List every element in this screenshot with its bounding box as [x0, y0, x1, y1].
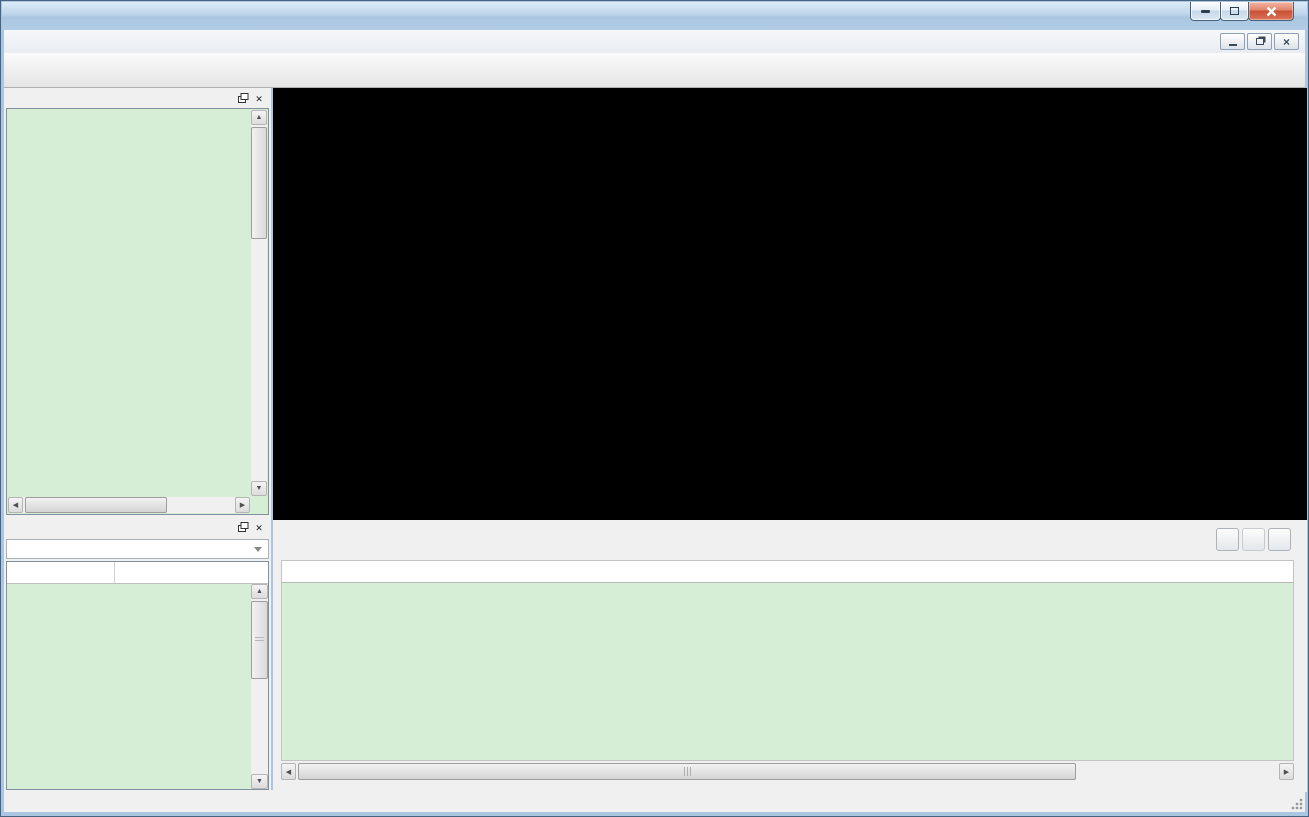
resize-grip[interactable]: [1290, 797, 1303, 810]
panel-close-button[interactable]: ✕: [251, 520, 267, 534]
job-settings-button[interactable]: [1216, 528, 1239, 551]
job-manager-panel: ◀ ▶: [273, 520, 1307, 792]
chevron-down-icon: [254, 547, 262, 552]
properties-panel-header: ✕: [4, 517, 271, 537]
window-maximize-button[interactable]: [1220, 2, 1249, 21]
tree-hscroll-thumb[interactable]: [25, 497, 167, 513]
mdi-close-icon: ×: [1283, 36, 1290, 48]
symmetry-system-select[interactable]: [6, 539, 269, 559]
panel-float-button[interactable]: [235, 520, 251, 534]
properties-col-header: [7, 562, 115, 583]
tree-vscrollbar[interactable]: ▲ ▼: [251, 110, 267, 496]
scroll-up-icon[interactable]: ▲: [251, 110, 267, 125]
job-refresh-button[interactable]: [1268, 528, 1291, 551]
value-col-header: [115, 562, 268, 583]
float-icon: [237, 521, 249, 533]
properties-table: ▲ ▼: [6, 561, 269, 790]
properties-vscrollbar[interactable]: ▲ ▼: [251, 584, 268, 789]
toolbar: [4, 53, 1305, 88]
tree-hscrollbar[interactable]: ◀ ▶: [8, 497, 250, 513]
job-shuffle-button[interactable]: [1242, 528, 1265, 551]
mdi-minimize-icon: [1229, 44, 1237, 46]
panel-float-button[interactable]: [235, 91, 251, 105]
structure-canvas[interactable]: [273, 88, 1307, 520]
scroll-down-icon[interactable]: ▼: [251, 481, 267, 496]
scroll-left-icon[interactable]: ◀: [281, 763, 296, 780]
scroll-right-icon[interactable]: ▶: [1279, 763, 1294, 780]
mdi-restore-icon: [1256, 38, 1264, 45]
panel-close-button[interactable]: ✕: [251, 91, 267, 105]
scroll-left-icon[interactable]: ◀: [8, 497, 23, 513]
tree-vscroll-thumb[interactable]: [251, 127, 267, 239]
mdi-minimize-button[interactable]: [1220, 33, 1245, 50]
maximize-icon: [1230, 7, 1239, 15]
mdi-restore-button[interactable]: [1247, 33, 1272, 50]
structure-viewport[interactable]: [273, 88, 1307, 520]
minimize-icon: [1201, 10, 1210, 13]
mdi-close-button[interactable]: ×: [1274, 33, 1299, 50]
project-panel: ✕ ▲ ▼ ◀ ▶: [4, 88, 271, 517]
job-table-body: [281, 583, 1294, 761]
job-hscroll-thumb[interactable]: [298, 763, 1076, 780]
float-icon: [237, 92, 249, 104]
job-table: [281, 560, 1294, 761]
scroll-right-icon[interactable]: ▶: [235, 497, 250, 513]
scroll-up-icon[interactable]: ▲: [251, 584, 268, 599]
window-close-button[interactable]: [1248, 2, 1294, 21]
app-window: × ✕ ▲ ▼ ◀ ▶: [0, 0, 1309, 817]
close-icon: [1265, 6, 1278, 17]
project-panel-header: ✕: [4, 88, 271, 108]
properties-panel: ✕ ▲ ▼: [4, 517, 271, 792]
job-hscrollbar[interactable]: ◀ ▶: [281, 763, 1294, 780]
window-minimize-button[interactable]: [1190, 2, 1221, 21]
menu-bar: ×: [4, 30, 1305, 53]
properties-vscroll-thumb[interactable]: [251, 601, 268, 679]
project-tree: ▲ ▼ ◀ ▶: [6, 108, 269, 515]
title-bar[interactable]: [2, 2, 1307, 30]
status-bar: [4, 790, 1305, 812]
scroll-down-icon[interactable]: ▼: [251, 774, 268, 789]
